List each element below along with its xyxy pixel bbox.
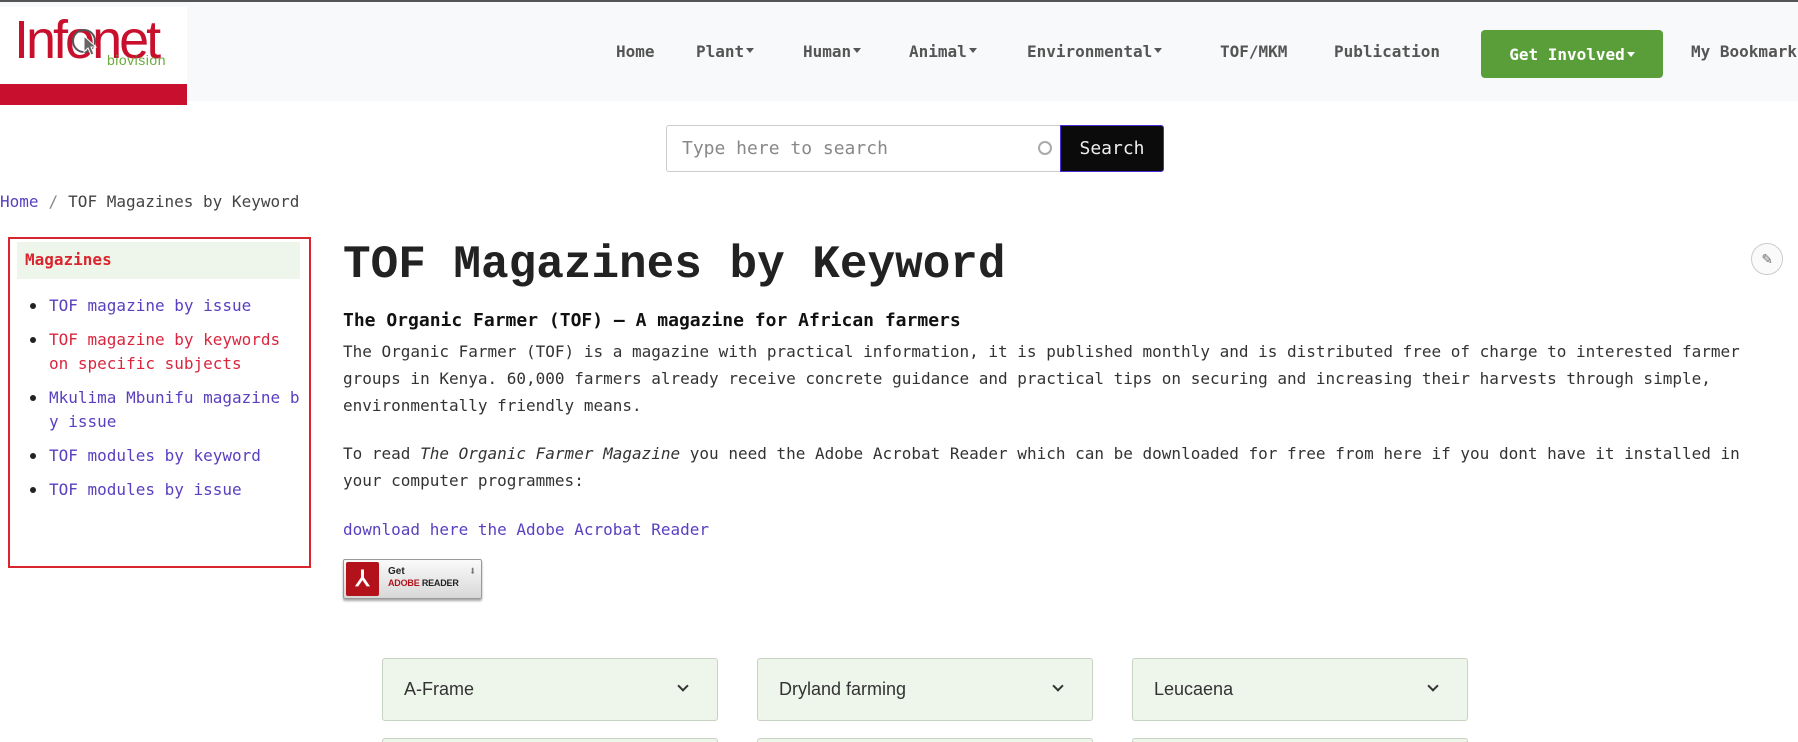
keyword-label: A-Frame — [404, 679, 475, 699]
nav-home-label: Home — [616, 42, 655, 61]
nav-plant-label: Plant — [696, 42, 745, 61]
logo-bar — [0, 84, 187, 105]
nav-bookmarks[interactable]: My Bookmarks — [1691, 42, 1798, 61]
breadcrumb: Home / TOF Magazines by Keyword — [0, 192, 299, 211]
badge-adobe-text: ADOBE — [388, 578, 420, 588]
download-reader-link[interactable]: download here the Adobe Acrobat Reader — [343, 520, 709, 539]
caret-down-icon — [1626, 51, 1635, 57]
keyword-accordion-next-row[interactable] — [382, 738, 718, 742]
page-subtitle: The Organic Farmer (TOF) – A magazine fo… — [343, 310, 961, 331]
logo-subtext: biovision — [107, 52, 166, 68]
keyword-label: Leucaena — [1154, 679, 1234, 699]
keyword-accordion-a-frame[interactable]: A-Frame — [382, 658, 718, 721]
reader-text-prefix: To read — [343, 444, 421, 463]
chevron-down-icon — [1052, 680, 1064, 692]
page-title: TOF Magazines by Keyword — [343, 239, 1006, 291]
keyword-label: Dryland farming — [779, 679, 907, 699]
get-adobe-reader-badge[interactable]: ⅄ Get ADOBE READER ⬇ — [343, 559, 482, 599]
navbar: Infonet biovision Home Plant Human Anima… — [0, 2, 1798, 105]
chevron-down-icon — [1427, 680, 1439, 692]
search-input[interactable] — [666, 125, 1061, 172]
breadcrumb-separator: / — [48, 192, 59, 211]
badge-brand-text: ADOBE READER — [388, 578, 459, 588]
main-content: TOF Magazines by Keyword ✎ The Organic F… — [343, 237, 1783, 599]
keyword-accordion-leucaena[interactable]: Leucaena — [1132, 658, 1468, 721]
nav-publication-label: Publication — [1334, 42, 1440, 61]
sidebar-item-magazine-by-issue[interactable]: TOF magazine by issue — [30, 294, 300, 318]
nav-tof-mkm[interactable]: TOF/MKM — [1220, 42, 1287, 61]
keyword-accordion-dryland-farming[interactable]: Dryland farming — [757, 658, 1093, 721]
badge-get-text: Get — [388, 566, 405, 577]
edit-pencil-icon[interactable]: ✎ — [1751, 243, 1783, 275]
reader-paragraph: To read The Organic Farmer Magazine you … — [343, 440, 1783, 494]
site-logo[interactable]: Infonet biovision — [0, 7, 187, 105]
caret-down-icon — [853, 48, 862, 53]
get-involved-label: Get Involved — [1509, 44, 1625, 64]
magazines-sidebar: Magazines TOF magazine by issue TOF maga… — [8, 237, 311, 568]
chevron-down-icon — [677, 680, 689, 692]
nav-bookmarks-label: My Bookmarks — [1691, 42, 1798, 61]
nav-human-label: Human — [803, 42, 852, 61]
magazine-title-italic: The Organic Farmer Magazine — [420, 444, 681, 463]
nav-tof-mkm-label: TOF/MKM — [1220, 42, 1288, 61]
search-button[interactable]: Search — [1060, 125, 1164, 172]
sidebar-list: TOF magazine by issue TOF magazine by ke… — [30, 294, 300, 512]
nav-environmental[interactable]: Environmental — [1027, 42, 1163, 61]
caret-down-icon — [746, 48, 755, 53]
sidebar-item-magazine-by-keywords[interactable]: TOF magazine by keywords on specific sub… — [30, 328, 300, 376]
get-involved-button[interactable]: Get Involved — [1481, 30, 1663, 78]
nav-human[interactable]: Human — [803, 42, 862, 61]
caret-down-icon — [1154, 48, 1163, 53]
sidebar-title: Magazines — [17, 242, 300, 279]
breadcrumb-current: TOF Magazines by Keyword — [68, 192, 300, 211]
nav-animal[interactable]: Animal — [909, 42, 977, 61]
badge-reader-text: READER — [419, 578, 459, 588]
sidebar-item-modules-by-issue[interactable]: TOF modules by issue — [30, 478, 300, 502]
sidebar-item-modules-by-keyword[interactable]: TOF modules by keyword — [30, 444, 300, 468]
download-arrow-icon: ⬇ — [469, 564, 477, 578]
keyword-accordion-next-row[interactable] — [1132, 738, 1468, 742]
sidebar-item-mkulima-mbunifu[interactable]: Mkulima Mbunifu magazine by issue — [30, 386, 300, 434]
caret-down-icon — [968, 48, 977, 53]
search-clear-icon[interactable] — [1038, 141, 1052, 155]
nav-animal-label: Animal — [909, 42, 967, 61]
keyword-accordion-next-row[interactable] — [757, 738, 1093, 742]
nav-environmental-label: Environmental — [1027, 42, 1153, 61]
acrobat-icon: ⅄ — [346, 562, 379, 596]
intro-paragraph: The Organic Farmer (TOF) is a magazine w… — [343, 342, 1740, 415]
nav-home[interactable]: Home — [616, 42, 655, 61]
nav-publication[interactable]: Publication — [1334, 42, 1440, 61]
breadcrumb-home-link[interactable]: Home — [0, 192, 39, 211]
nav-plant[interactable]: Plant — [696, 42, 755, 61]
cursor-icon — [72, 29, 98, 56]
